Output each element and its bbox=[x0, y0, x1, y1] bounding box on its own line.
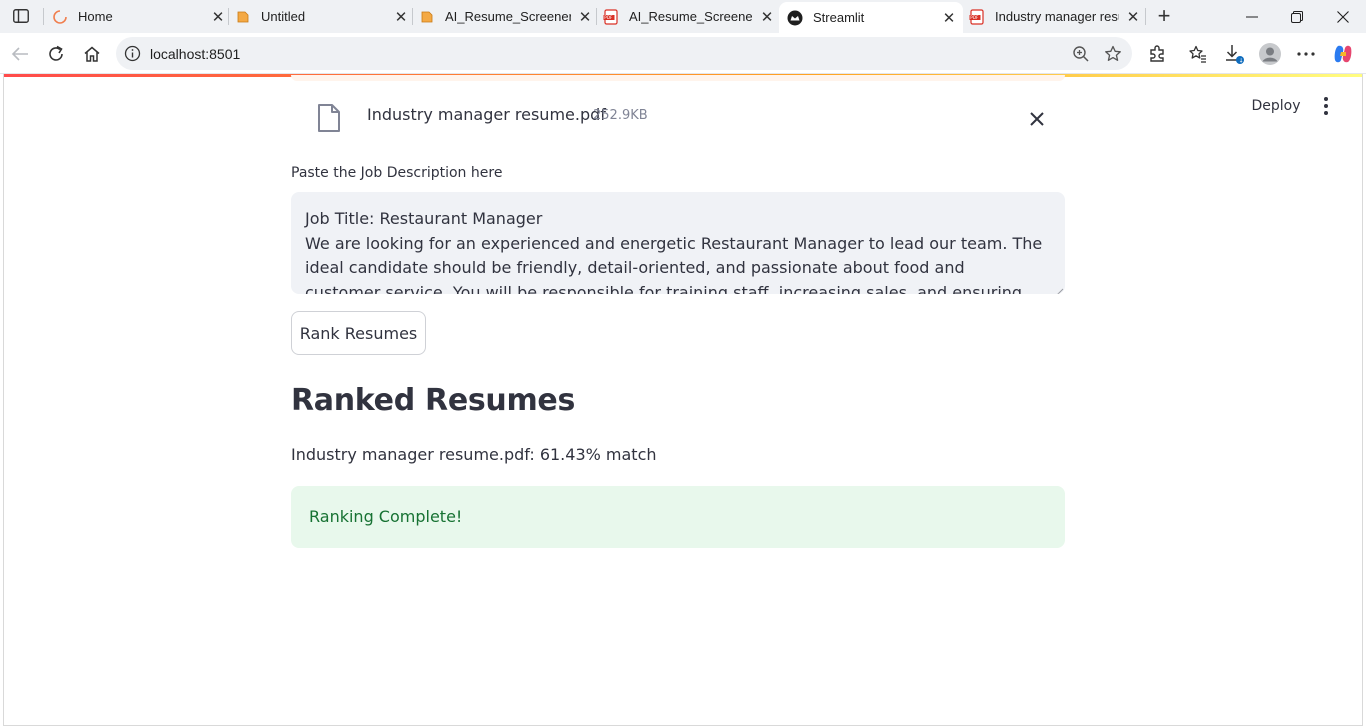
close-icon[interactable]: ✕ bbox=[575, 7, 595, 27]
tab-ai-resume-screener[interactable]: AI_Resume_Screener ✕ bbox=[419, 0, 595, 33]
success-message: Ranking Complete! bbox=[309, 507, 463, 526]
tab-separator bbox=[412, 8, 413, 25]
svg-text:PDF: PDF bbox=[970, 15, 979, 20]
spinner-icon bbox=[52, 9, 68, 25]
site-info-icon[interactable] bbox=[124, 45, 141, 62]
resize-handle-icon[interactable] bbox=[1055, 284, 1064, 294]
close-icon[interactable]: ✕ bbox=[939, 8, 959, 28]
svg-text:↓: ↓ bbox=[1239, 58, 1244, 65]
tab-title: Streamlit bbox=[813, 10, 865, 25]
ranked-resumes-heading: Ranked Resumes bbox=[291, 383, 576, 418]
job-description-label: Paste the Job Description here bbox=[291, 165, 503, 181]
job-description-text[interactable]: Job Title: Restaurant Manager We are loo… bbox=[305, 207, 1045, 294]
svg-text:PDF: PDF bbox=[604, 15, 613, 20]
file-uploader-dropzone[interactable] bbox=[291, 75, 1065, 81]
tab-industry-manager-resume[interactable]: PDF Industry manager resu ✕ bbox=[969, 0, 1143, 33]
success-alert: Ranking Complete! bbox=[291, 486, 1065, 548]
pdf-icon: PDF bbox=[969, 8, 985, 25]
tab-home[interactable]: Home ✕ bbox=[50, 0, 228, 33]
tab-separator bbox=[43, 8, 44, 25]
tab-actions-icon[interactable] bbox=[8, 4, 34, 28]
browser-tab-strip: Home ✕ Untitled ✕ AI_Resume_Screener ✕ P… bbox=[0, 0, 1366, 33]
tab-ai-resume-screener-pdf[interactable]: PDF AI_Resume_Screener.pd ✕ bbox=[603, 0, 777, 33]
tab-title: Untitled bbox=[261, 9, 306, 24]
tab-separator bbox=[1145, 8, 1146, 25]
favorite-star-icon[interactable] bbox=[1103, 44, 1123, 64]
uploaded-file-row: Industry manager resume.pdf 252.9KB bbox=[291, 93, 1065, 137]
back-icon[interactable] bbox=[7, 41, 33, 67]
rank-resumes-button[interactable]: Rank Resumes bbox=[291, 311, 426, 355]
window-close-button[interactable] bbox=[1320, 0, 1366, 33]
deploy-button[interactable]: Deploy bbox=[1243, 94, 1309, 118]
close-icon[interactable]: ✕ bbox=[1123, 7, 1143, 27]
home-icon[interactable] bbox=[79, 41, 105, 67]
url-text[interactable]: localhost:8501 bbox=[150, 46, 240, 62]
zoom-icon[interactable] bbox=[1071, 44, 1091, 64]
tab-untitled[interactable]: Untitled ✕ bbox=[235, 0, 411, 33]
tab-separator bbox=[596, 8, 597, 25]
tab-title: Home bbox=[78, 9, 113, 24]
uploaded-file-name: Industry manager resume.pdf bbox=[367, 105, 606, 124]
minimize-button[interactable] bbox=[1229, 0, 1275, 33]
streamlit-app: Deploy Industry manager resume.pdf 252.9… bbox=[4, 75, 1362, 725]
close-icon[interactable]: ✕ bbox=[757, 7, 777, 27]
file-icon bbox=[317, 103, 341, 133]
restore-button[interactable] bbox=[1274, 0, 1320, 33]
uploaded-file-size: 252.9KB bbox=[593, 108, 648, 123]
pdf-icon: PDF bbox=[603, 8, 619, 25]
refresh-icon[interactable] bbox=[43, 41, 69, 67]
address-bar[interactable]: localhost:8501 bbox=[116, 37, 1132, 70]
favorites-icon[interactable] bbox=[1185, 41, 1211, 67]
main-menu-icon[interactable] bbox=[1316, 95, 1336, 117]
tab-title: AI_Resume_Screener bbox=[445, 9, 571, 24]
close-icon[interactable]: ✕ bbox=[208, 7, 228, 27]
more-options-icon[interactable] bbox=[1293, 41, 1319, 67]
profile-avatar-icon[interactable] bbox=[1257, 41, 1283, 67]
tab-streamlit[interactable]: Streamlit ✕ bbox=[779, 2, 963, 33]
close-icon[interactable]: ✕ bbox=[391, 7, 411, 27]
extensions-icon[interactable] bbox=[1144, 41, 1170, 67]
tab-title: Industry manager resu bbox=[995, 9, 1119, 24]
remove-file-button[interactable] bbox=[1025, 107, 1049, 131]
tab-title: AI_Resume_Screener.pd bbox=[629, 9, 753, 24]
book-icon bbox=[235, 9, 251, 25]
browser-toolbar: localhost:8501 ↓ bbox=[0, 33, 1366, 74]
new-tab-button[interactable]: + bbox=[1152, 3, 1176, 28]
tab-separator bbox=[228, 8, 229, 25]
book-icon bbox=[419, 9, 435, 25]
downloads-icon[interactable]: ↓ bbox=[1221, 41, 1247, 67]
copilot-icon[interactable] bbox=[1330, 41, 1356, 67]
job-description-textarea[interactable]: Job Title: Restaurant Manager We are loo… bbox=[291, 192, 1065, 294]
streamlit-icon bbox=[787, 10, 803, 26]
ranked-result-item: Industry manager resume.pdf: 61.43% matc… bbox=[291, 445, 657, 464]
